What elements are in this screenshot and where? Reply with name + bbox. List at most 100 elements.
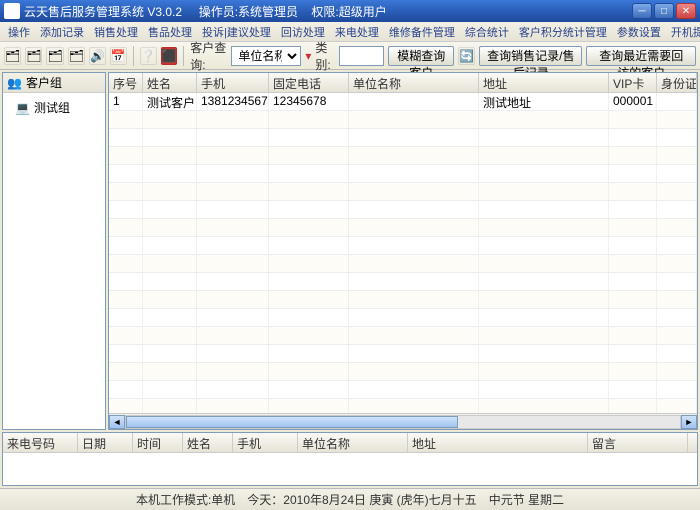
menu-item[interactable]: 售品处理: [144, 22, 196, 42]
column-header[interactable]: 地址: [408, 433, 588, 452]
menu-item[interactable]: 添加记录: [36, 22, 88, 42]
table-cell: [143, 327, 197, 344]
stop-icon[interactable]: ⬛: [161, 47, 178, 65]
table-row[interactable]: [109, 129, 697, 147]
table-cell: [109, 399, 143, 413]
table-row[interactable]: [109, 111, 697, 129]
dropdown-icon: ▾: [305, 49, 311, 63]
scroll-left-icon[interactable]: ◄: [109, 415, 125, 429]
table-cell: [479, 219, 609, 236]
record4-icon[interactable]: 🗂: [68, 47, 85, 65]
table-cell: [109, 183, 143, 200]
grid-header: 序号姓名手机固定电话单位名称地址VIP卡身份证: [109, 73, 697, 93]
table-row[interactable]: [109, 165, 697, 183]
table-cell: [197, 399, 269, 413]
table-row[interactable]: [109, 255, 697, 273]
divider: [183, 46, 184, 66]
menu-item[interactable]: 维修备件管理: [385, 22, 459, 42]
column-header[interactable]: 身份证: [657, 73, 697, 92]
table-cell: [479, 129, 609, 146]
tree-item[interactable]: 💻 测试组: [7, 97, 101, 118]
table-cell: [479, 345, 609, 362]
table-cell: [109, 273, 143, 290]
close-button[interactable]: ✕: [676, 3, 696, 19]
scroll-right-icon[interactable]: ►: [681, 415, 697, 429]
menu-item[interactable]: 操作: [4, 22, 34, 42]
table-row[interactable]: [109, 381, 697, 399]
table-cell: [349, 165, 479, 182]
fuzzy-search-button[interactable]: 模糊查询客户: [388, 46, 454, 66]
table-cell: [269, 219, 349, 236]
column-header[interactable]: 手机: [233, 433, 298, 452]
column-header[interactable]: 姓名: [143, 73, 197, 92]
menu-item[interactable]: 开机提醒: [667, 22, 700, 42]
grid-body: [3, 453, 697, 485]
column-header[interactable]: 地址: [479, 73, 609, 92]
table-row[interactable]: [109, 219, 697, 237]
table-cell: [109, 129, 143, 146]
table-row[interactable]: [109, 273, 697, 291]
column-header[interactable]: 时间: [133, 433, 183, 452]
table-cell: [109, 111, 143, 128]
window-title: 云天售后服务管理系统 V3.0.2 操作员:系统管理员 权限:超级用户: [24, 3, 632, 20]
table-row[interactable]: [109, 237, 697, 255]
table-cell: [609, 219, 657, 236]
table-cell: [197, 129, 269, 146]
table-cell: [269, 111, 349, 128]
record-icon[interactable]: 🗂: [4, 47, 21, 65]
table-row[interactable]: [109, 201, 697, 219]
column-header[interactable]: 单位名称: [298, 433, 408, 452]
sales-record-button[interactable]: 查询销售记录/售后记录: [479, 46, 582, 66]
audio-icon[interactable]: 🔊: [89, 47, 106, 65]
menubar: 操作 添加记录 销售处理 售品处理 投诉|建议处理 回访处理 来电处理 维修备件…: [0, 22, 700, 42]
table-cell: [609, 309, 657, 326]
table-cell: [197, 327, 269, 344]
table-cell: [479, 237, 609, 254]
menu-item[interactable]: 销售处理: [90, 22, 142, 42]
column-header[interactable]: 姓名: [183, 433, 233, 452]
table-row[interactable]: [109, 327, 697, 345]
table-row[interactable]: [109, 183, 697, 201]
record3-icon[interactable]: 🗂: [46, 47, 63, 65]
table-row[interactable]: [109, 399, 697, 413]
table-row[interactable]: [109, 363, 697, 381]
column-header[interactable]: VIP卡: [609, 73, 657, 92]
minimize-button[interactable]: ─: [632, 3, 652, 19]
recent-visit-button[interactable]: 查询最近需要回访的客户: [586, 46, 696, 66]
column-header[interactable]: 留言: [588, 433, 688, 452]
refresh-icon[interactable]: 🔄: [458, 47, 475, 65]
table-row[interactable]: [109, 309, 697, 327]
column-header[interactable]: 序号: [109, 73, 143, 92]
search-field-select[interactable]: 单位名称: [231, 46, 301, 66]
toolbar: 🗂 🗂 🗂 🗂 🔊 📅 ❔ ⬛ 客户查询: 单位名称 ▾ 类别: 模糊查询客户 …: [0, 42, 700, 70]
table-cell: [143, 237, 197, 254]
table-row[interactable]: [109, 291, 697, 309]
table-row[interactable]: [109, 147, 697, 165]
maximize-button[interactable]: □: [654, 3, 674, 19]
menu-item[interactable]: 客户积分统计管理: [515, 22, 611, 42]
column-header[interactable]: 手机: [197, 73, 269, 92]
table-cell: [269, 363, 349, 380]
holiday-label: 中元节 星期二: [489, 491, 564, 508]
column-header[interactable]: 日期: [78, 433, 133, 452]
menu-item[interactable]: 来电处理: [331, 22, 383, 42]
menu-item[interactable]: 参数设置: [613, 22, 665, 42]
table-row[interactable]: [109, 345, 697, 363]
table-cell: [269, 399, 349, 413]
table-cell: [657, 327, 697, 344]
calendar-icon[interactable]: 📅: [110, 47, 127, 65]
table-row[interactable]: 1测试客户1381234567812345678测试地址000001: [109, 93, 697, 111]
column-header[interactable]: 单位名称: [349, 73, 479, 92]
record2-icon[interactable]: 🗂: [25, 47, 42, 65]
menu-item[interactable]: 综合统计: [461, 22, 513, 42]
table-cell: [143, 111, 197, 128]
table-cell: [349, 291, 479, 308]
column-header[interactable]: 来电号码: [3, 433, 78, 452]
table-cell: [479, 291, 609, 308]
help-icon[interactable]: ❔: [140, 47, 157, 65]
scroll-thumb[interactable]: [126, 416, 458, 428]
table-cell: [109, 345, 143, 362]
column-header[interactable]: 固定电话: [269, 73, 349, 92]
keyword-input[interactable]: [339, 46, 384, 66]
horizontal-scrollbar[interactable]: ◄ ►: [109, 413, 697, 429]
